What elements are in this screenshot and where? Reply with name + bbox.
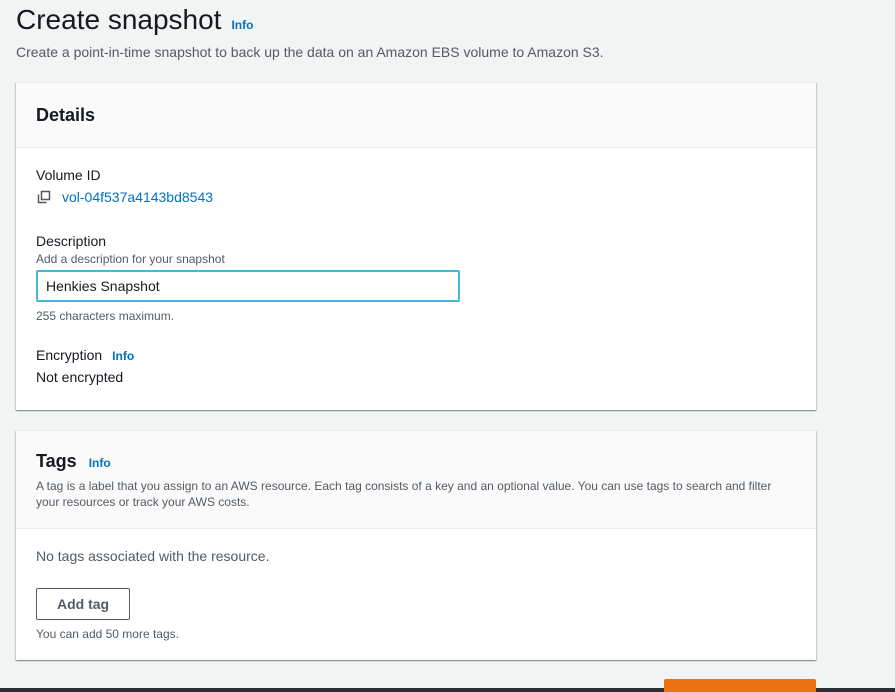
no-tags-text: No tags associated with the resource. [36,548,270,564]
encryption-value: Not encrypted [36,369,124,385]
encryption-field: Encryption Info Not encrypted [36,345,134,385]
tags-title-row: Tags Info [36,451,796,472]
encryption-info-link[interactable]: Info [112,349,134,363]
description-label: Description [36,233,107,249]
title-row: Create snapshot Info [16,2,876,38]
tags-description: A tag is a label that you assign to an A… [36,479,772,509]
page-info-link[interactable]: Info [231,18,253,32]
details-title: Details [36,104,96,125]
description-hint: Add a description for your snapshot [36,252,225,266]
add-tag-area: Add tag You can add 50 more tags. [36,588,179,642]
page-description: Create a point-in-time snapshot to back … [16,44,604,60]
volume-id-row: vol-04f537a4143bd8543 [36,189,213,205]
volume-id-field: Volume ID vol-04f537a4143bd8543 [36,165,213,205]
tags-empty-state: No tags associated with the resource. [36,548,269,564]
volume-id-link[interactable]: vol-04f537a4143bd8543 [62,189,213,205]
details-panel-header: Details [16,83,816,148]
tags-title: Tags [36,451,77,471]
page-title: Create snapshot [16,4,222,35]
create-snapshot-button[interactable] [664,679,816,692]
volume-id-label: Volume ID [36,167,101,183]
tag-limit-text: You can add 50 more tags. [36,627,179,641]
tags-panel: Tags Info A tag is a label that you assi… [16,430,816,660]
description-input[interactable] [36,270,460,302]
description-field: Description Add a description for your s… [36,231,460,324]
encryption-label-row: Encryption Info [36,345,134,365]
add-tag-button[interactable]: Add tag [36,588,131,620]
details-panel: Details Volume ID vol-04f537a4143bd8543 … [16,82,816,410]
description-constraint: 255 characters maximum. [36,309,175,323]
copy-icon[interactable] [36,189,52,205]
tags-panel-header: Tags Info A tag is a label that you assi… [16,431,816,529]
tags-info-link[interactable]: Info [89,456,111,470]
page-header: Create snapshot Info Create a point-in-t… [16,2,876,62]
encryption-label: Encryption [36,347,103,363]
